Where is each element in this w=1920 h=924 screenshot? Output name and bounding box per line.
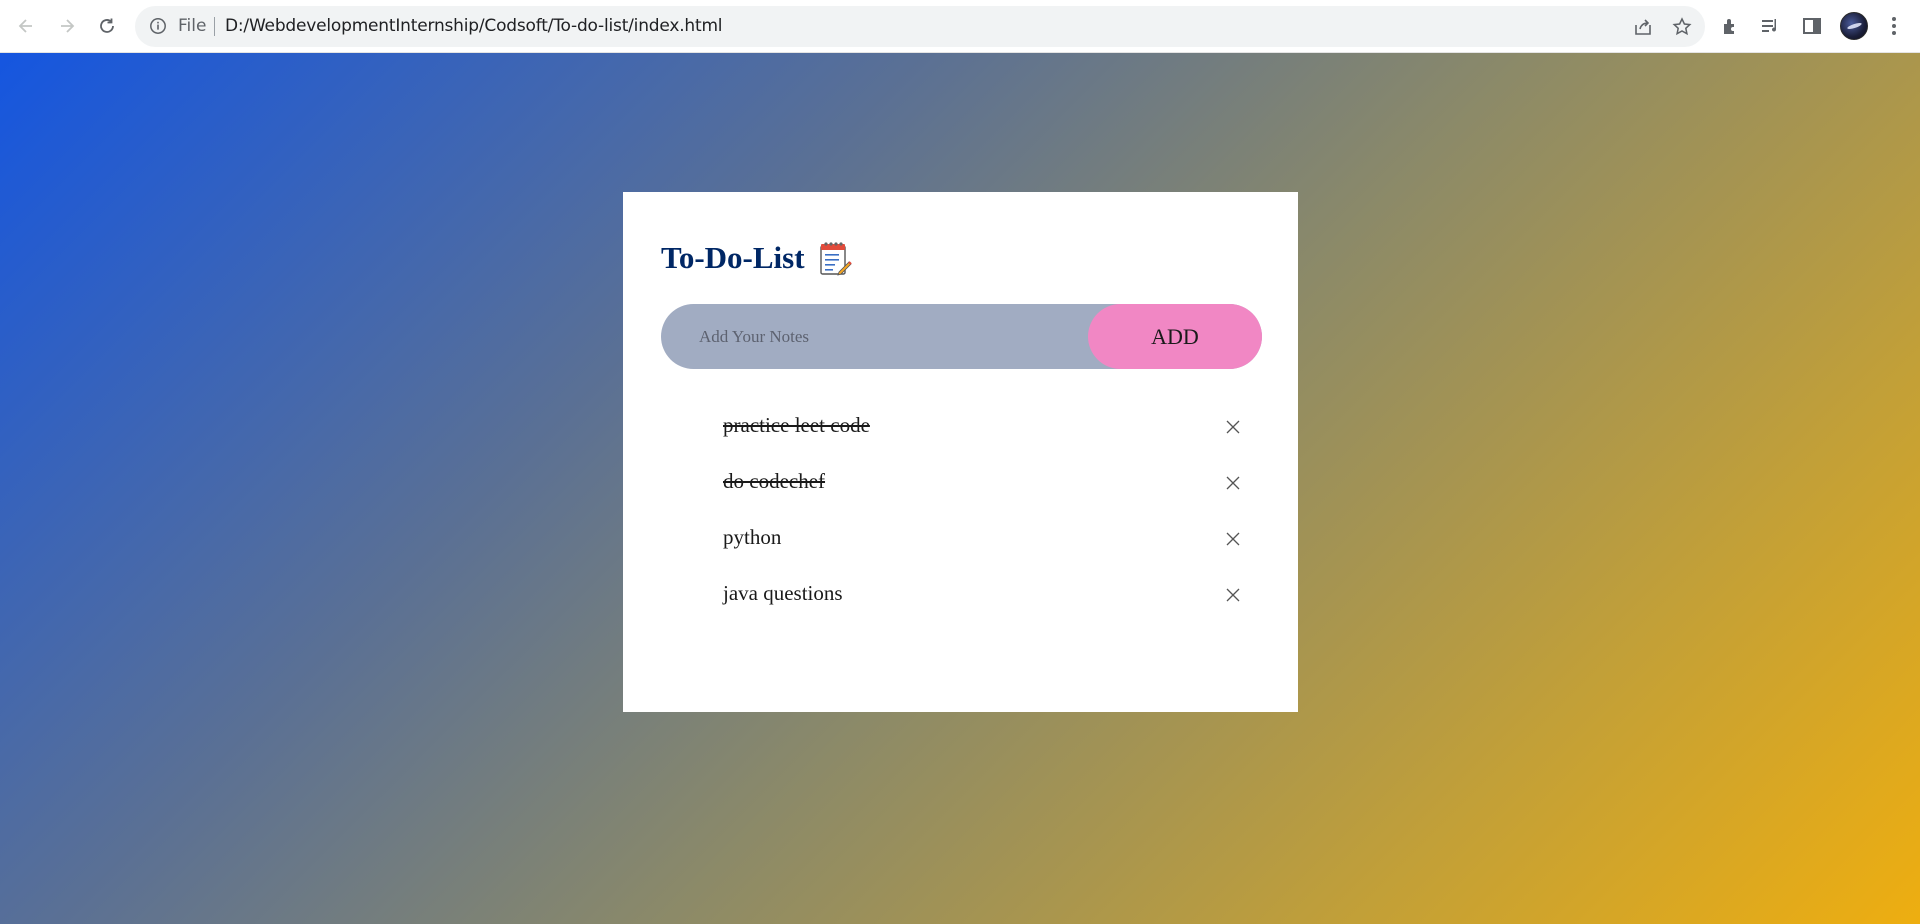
more-icon[interactable] [1882, 14, 1906, 38]
reload-icon[interactable] [93, 12, 121, 40]
file-label: File [178, 16, 207, 36]
task-text: practice leet code [723, 413, 870, 437]
notepad-icon [819, 242, 852, 276]
note-input[interactable] [661, 304, 1091, 369]
avatar[interactable] [1840, 12, 1868, 40]
page-background: To-Do-List ADD practice leet code [0, 53, 1920, 924]
note-input-row: ADD [661, 304, 1262, 369]
address-bar[interactable]: File D:/WebdevelopmentInternship/Codsoft… [135, 6, 1705, 47]
url-text[interactable]: D:/WebdevelopmentInternship/Codsoft/To-d… [225, 6, 723, 47]
task-item[interactable]: practice leet code [623, 404, 1298, 460]
star-icon[interactable] [1671, 16, 1693, 38]
browser-toolbar: File D:/WebdevelopmentInternship/Codsoft… [0, 0, 1920, 53]
task-text: python [723, 525, 782, 549]
close-icon[interactable] [1220, 582, 1246, 608]
back-icon[interactable] [12, 12, 40, 40]
page-title: To-Do-List [661, 240, 805, 275]
task-item[interactable]: python [623, 516, 1298, 572]
side-panel-icon[interactable] [1800, 14, 1824, 38]
task-item[interactable]: java questions [623, 572, 1298, 628]
share-icon[interactable] [1632, 16, 1654, 38]
add-button[interactable]: ADD [1088, 304, 1262, 369]
header: To-Do-List [661, 240, 853, 276]
task-list: practice leet code do codechef python ja… [623, 404, 1298, 628]
info-icon[interactable] [149, 17, 167, 35]
close-icon[interactable] [1220, 414, 1246, 440]
task-text: java questions [723, 581, 843, 605]
media-icon[interactable] [1759, 14, 1783, 38]
close-icon[interactable] [1220, 526, 1246, 552]
task-text: do codechef [723, 469, 826, 493]
extensions-icon[interactable] [1719, 14, 1743, 38]
todo-card: To-Do-List ADD practice leet code [623, 192, 1298, 712]
divider [214, 17, 215, 36]
close-icon[interactable] [1220, 470, 1246, 496]
task-item[interactable]: do codechef [623, 460, 1298, 516]
forward-icon[interactable] [53, 12, 81, 40]
